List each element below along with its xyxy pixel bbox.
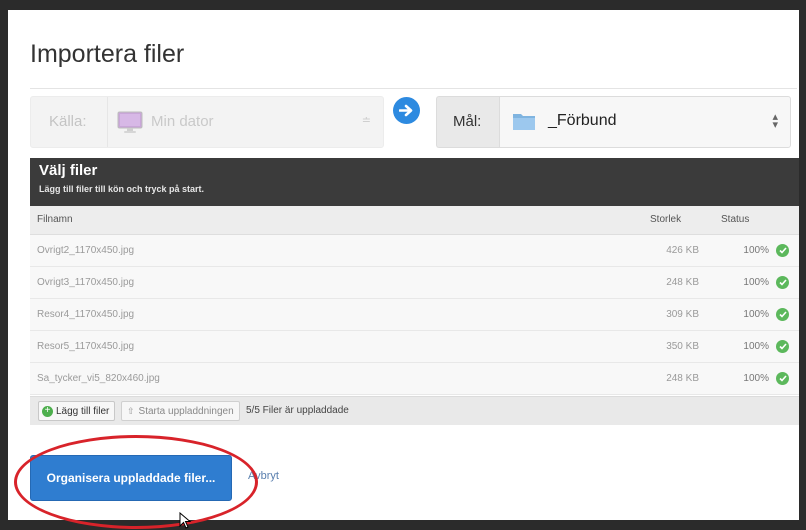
table-row: Sa_tycker_vi5_820x460.jpg 248 KB 100% bbox=[30, 363, 799, 395]
destination-label: Mål: bbox=[453, 113, 482, 130]
file-panel-subtitle: Lägg till filer till kön och tryck på st… bbox=[39, 184, 205, 194]
file-table-header: Filnamn Storlek Status bbox=[30, 206, 799, 235]
check-icon bbox=[776, 244, 789, 257]
add-files-button[interactable]: + Lägg till filer bbox=[38, 401, 116, 421]
column-size: Storlek bbox=[650, 214, 682, 225]
file-status: 100% bbox=[743, 373, 769, 384]
highlight-annotation bbox=[14, 435, 258, 529]
check-icon bbox=[776, 340, 789, 353]
check-icon bbox=[776, 372, 789, 385]
column-filename: Filnamn bbox=[37, 214, 73, 225]
file-name: Ovrigt2_1170x450.jpg bbox=[37, 245, 135, 256]
file-panel-header: Välj filer Lägg till filer till kön och … bbox=[30, 158, 799, 206]
destination-select[interactable]: _Förbund ▴ ▾ bbox=[499, 96, 791, 148]
source-select[interactable]: Källa: Min dator ≐ bbox=[30, 96, 384, 148]
source-caret-icon: ≐ bbox=[361, 115, 371, 127]
folder-icon bbox=[513, 114, 535, 130]
upload-icon: ⇧ bbox=[127, 405, 135, 416]
source-value: Min dator bbox=[151, 113, 214, 130]
monitor-icon bbox=[117, 111, 143, 133]
file-size: 309 KB bbox=[666, 309, 699, 320]
file-name: Sa_tycker_vi5_820x460.jpg bbox=[37, 373, 160, 384]
file-status: 100% bbox=[743, 341, 769, 352]
table-row: Ovrigt2_1170x450.jpg 426 KB 100% bbox=[30, 235, 799, 267]
file-size: 248 KB bbox=[666, 277, 699, 288]
title-divider bbox=[30, 88, 797, 89]
source-label: Källa: bbox=[49, 113, 87, 130]
file-name: Resor4_1170x450.jpg bbox=[37, 309, 135, 320]
plus-icon: + bbox=[42, 405, 53, 417]
destination-caret-icon: ▴ ▾ bbox=[772, 111, 778, 131]
import-dialog: Importera filer Källa: Min dator ≐ Mål: … bbox=[8, 10, 799, 529]
file-size: 350 KB bbox=[666, 341, 699, 352]
page-title: Importera filer bbox=[30, 40, 185, 68]
table-row: Resor4_1170x450.jpg 309 KB 100% bbox=[30, 299, 799, 331]
file-name: Ovrigt3_1170x450.jpg bbox=[37, 277, 135, 288]
file-status: 100% bbox=[743, 309, 769, 320]
add-files-label: Lägg till filer bbox=[56, 405, 110, 417]
start-upload-button[interactable]: ⇧ Starta uppladdningen bbox=[121, 401, 240, 421]
file-size: 426 KB bbox=[666, 245, 699, 256]
table-row: Resor5_1170x450.jpg 350 KB 100% bbox=[30, 331, 799, 363]
file-size: 248 KB bbox=[666, 373, 699, 384]
column-status: Status bbox=[721, 214, 750, 225]
file-panel-title: Välj filer bbox=[39, 162, 98, 179]
file-name: Resor5_1170x450.jpg bbox=[37, 341, 135, 352]
file-status: 100% bbox=[743, 277, 769, 288]
cursor-icon bbox=[179, 512, 192, 529]
destination-value: _Förbund bbox=[548, 112, 617, 129]
destination-label-box: Mål: bbox=[436, 96, 499, 148]
file-table-footer: + Lägg till filer ⇧ Starta uppladdningen… bbox=[30, 396, 799, 425]
table-row: Ovrigt3_1170x450.jpg 248 KB 100% bbox=[30, 267, 799, 299]
start-upload-label: Starta uppladdningen bbox=[138, 405, 234, 417]
arrow-right-icon bbox=[393, 97, 420, 124]
check-icon bbox=[776, 276, 789, 289]
upload-status: 5/5 Filer är uppladdade bbox=[246, 405, 349, 416]
source-divider bbox=[107, 97, 108, 147]
check-icon bbox=[776, 308, 789, 321]
file-status: 100% bbox=[743, 245, 769, 256]
